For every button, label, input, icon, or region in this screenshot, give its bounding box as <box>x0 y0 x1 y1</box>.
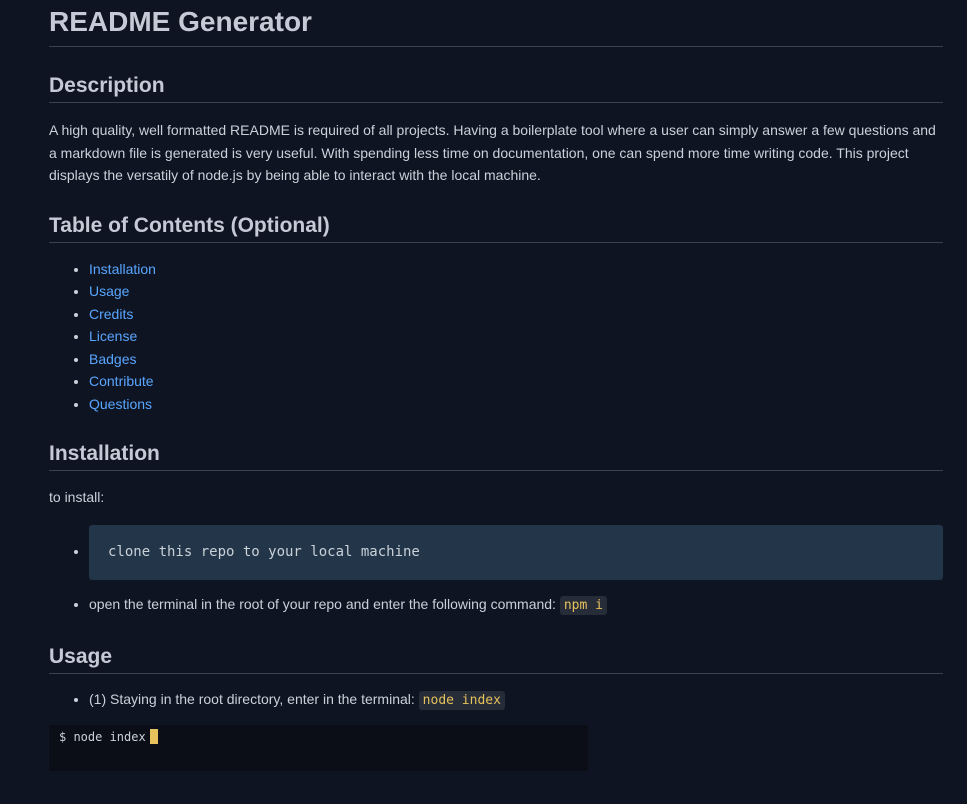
cursor-icon <box>149 729 158 744</box>
toc-link-installation[interactable]: Installation <box>89 261 156 277</box>
toc-list: Installation Usage Credits License Badge… <box>49 258 943 416</box>
code-block: clone this repo to your local machine <box>89 524 943 580</box>
terminal-line: $ node index <box>59 730 146 744</box>
description-heading: Description <box>49 72 943 103</box>
toc-link-contribute[interactable]: Contribute <box>89 373 154 389</box>
inline-code: npm i <box>559 595 607 615</box>
installation-step-text: open the terminal in the root of your re… <box>89 595 556 612</box>
toc-item: Contribute <box>89 370 943 393</box>
usage-steps: (1) Staying in the root directory, enter… <box>49 688 943 713</box>
installation-steps: clone this repo to your local machine op… <box>49 524 943 618</box>
readme-document: README Generator Description A high qual… <box>49 0 943 713</box>
toc-link-badges[interactable]: Badges <box>89 351 136 367</box>
installation-intro: to install: <box>49 489 105 505</box>
toc-link-questions[interactable]: Questions <box>89 396 152 412</box>
toc-item: Usage <box>89 280 943 303</box>
usage-step: (1) Staying in the root directory, enter… <box>89 688 943 713</box>
inline-code: node index <box>418 691 505 710</box>
page-title: README Generator <box>49 0 943 47</box>
installation-step: clone this repo to your local machine <box>89 524 943 580</box>
usage-heading: Usage <box>49 643 943 674</box>
toc-link-usage[interactable]: Usage <box>89 283 129 299</box>
toc-link-license[interactable]: License <box>89 328 137 344</box>
toc-item: Installation <box>89 258 943 281</box>
terminal-preview: $ node index <box>49 725 588 771</box>
toc-link-credits[interactable]: Credits <box>89 306 133 322</box>
toc-item: License <box>89 325 943 348</box>
installation-step: open the terminal in the root of your re… <box>89 593 943 618</box>
usage-step-text: (1) Staying in the root directory, enter… <box>89 691 415 707</box>
installation-heading: Installation <box>49 440 943 471</box>
description-text: A high quality, well formatted README is… <box>49 122 936 183</box>
code-block-text: clone this repo to your local machine <box>108 543 420 560</box>
toc-item: Questions <box>89 393 943 416</box>
toc-item: Credits <box>89 303 943 326</box>
toc-item: Badges <box>89 348 943 371</box>
toc-heading: Table of Contents (Optional) <box>49 212 943 243</box>
